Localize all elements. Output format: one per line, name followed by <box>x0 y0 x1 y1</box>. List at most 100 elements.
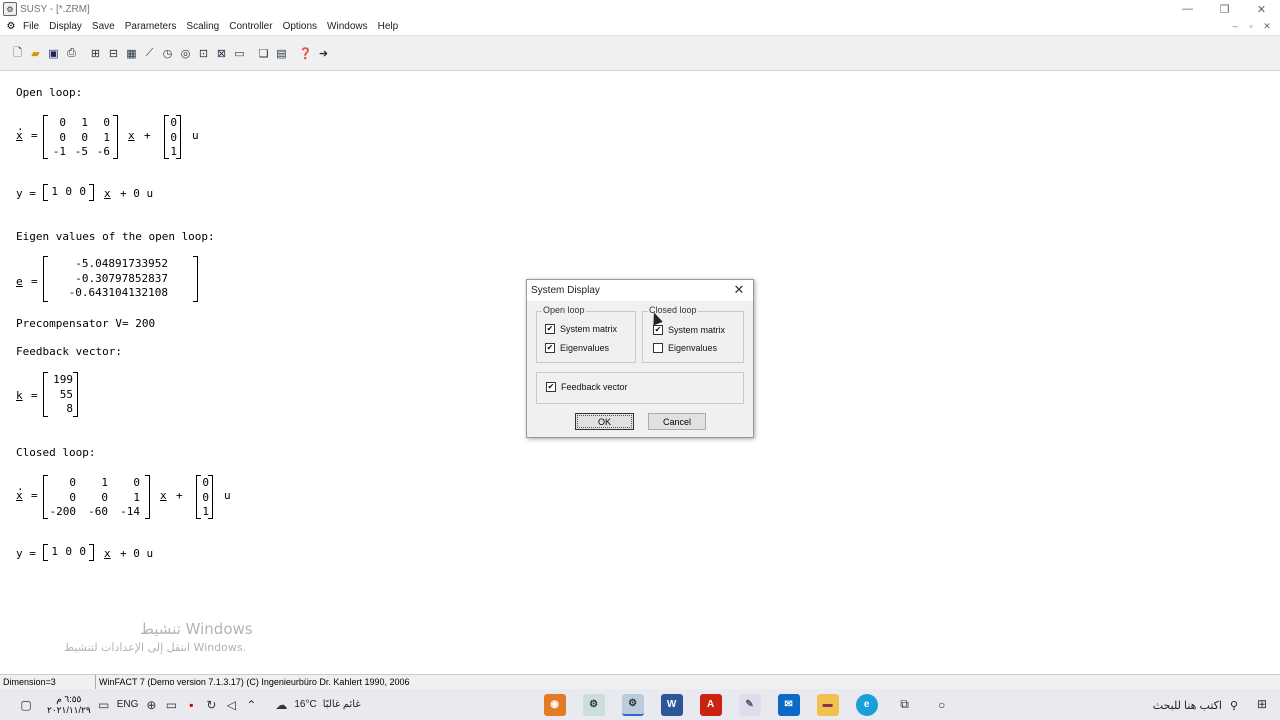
taskbar-app-settings-icon[interactable]: ⚙ <box>582 693 605 716</box>
language-indicator[interactable]: ENG <box>114 699 142 710</box>
feedback-vector-label: Feedback vector <box>561 382 628 392</box>
battery-icon[interactable]: ▭ <box>161 695 181 715</box>
weather-desc[interactable]: غائم غالبًا <box>320 699 364 710</box>
open-loop-a-matrix: 0 1 0 0 0 1 -1 -5 -6 <box>43 115 118 159</box>
menu-display[interactable]: Display <box>44 21 87 32</box>
menu-options[interactable]: Options <box>278 21 322 32</box>
matrix-cell: -5 <box>74 145 88 158</box>
matrix-cell: 0 <box>65 185 72 198</box>
cancel-button[interactable]: Cancel <box>648 413 706 430</box>
cortana-icon[interactable]: ○ <box>932 695 952 715</box>
app-icon[interactable]: ⚙ <box>3 2 17 16</box>
dialog-title: System Display <box>531 285 600 296</box>
notification-icon[interactable]: ▭ <box>94 695 114 715</box>
activation-watermark-title: تنشيط Windows <box>140 620 253 638</box>
mdi-restore-button[interactable]: ▫ <box>1244 20 1258 32</box>
restore-button[interactable]: ❐ <box>1206 0 1243 18</box>
open-system-matrix-checkbox[interactable]: ✔ System matrix <box>545 324 617 334</box>
ok-button[interactable]: OK <box>575 413 634 430</box>
start-icon[interactable]: ⊞ <box>1252 694 1272 714</box>
print-icon[interactable]: ⎙ <box>63 45 80 62</box>
taskbar-app-pen-icon[interactable]: ✎ <box>738 693 761 716</box>
dialog-close-icon[interactable]: ✕ <box>731 282 747 298</box>
chevron-up-icon[interactable]: ⌃ <box>241 695 261 715</box>
closed-system-matrix-check[interactable]: ✔ <box>653 325 663 335</box>
eigen-vector-label: e <box>16 275 23 288</box>
exit-icon[interactable]: ➜ <box>315 45 332 62</box>
open-eigenvalues-check[interactable]: ✔ <box>545 343 555 353</box>
help-icon[interactable]: ❓ <box>297 45 314 62</box>
taskbar-clock[interactable]: ٦:٥٥ م ٢٠٢١/١١/٢٩ <box>44 694 94 716</box>
menu-windows[interactable]: Windows <box>322 21 373 32</box>
closed-eigenvalues-checkbox[interactable]: Eigenvalues <box>653 343 717 353</box>
menu-file[interactable]: File <box>18 21 44 32</box>
close-button[interactable]: ✕ <box>1243 0 1280 18</box>
matrix-row: 0 <box>165 116 180 131</box>
show-desktop-icon[interactable]: ▢ <box>16 695 36 715</box>
clock-date: ٢٠٢١/١١/٢٩ <box>47 704 91 715</box>
transfer-icon[interactable]: ⊟ <box>105 45 122 62</box>
matrix-row: 0 <box>165 131 180 146</box>
save-icon[interactable]: ▣ <box>45 45 62 62</box>
matrix-cell: -200 <box>49 505 77 518</box>
tile-icon[interactable]: ▤ <box>273 45 290 62</box>
network-icon[interactable]: ⊕ <box>141 695 161 715</box>
controller-icon[interactable]: ⊠ <box>213 45 230 62</box>
menu-save[interactable]: Save <box>87 21 120 32</box>
taskbar-app-mail-icon[interactable]: ✉ <box>777 693 800 716</box>
matrix-icon[interactable]: ⊞ <box>87 45 104 62</box>
closed-system-matrix-checkbox[interactable]: ✔ System matrix <box>653 325 725 335</box>
taskbar-app-edge-icon[interactable]: e <box>855 693 878 716</box>
taskbar-app-paint-icon[interactable]: ◉ <box>543 693 566 716</box>
taskbar-search[interactable]: اكتب هنا للبحث ⚲ <box>982 694 1242 716</box>
taskbar-app-winfact-icon[interactable]: ⚙ <box>621 693 644 716</box>
taskbar-app-explorer-icon[interactable]: ▬ <box>816 693 839 716</box>
matrix-row: 0 0 1 <box>44 491 149 506</box>
weather-temp[interactable]: 16°C <box>291 699 319 710</box>
bode-icon[interactable]: ◷ <box>159 45 176 62</box>
feedback-vector-checkbox[interactable]: ✔ Feedback vector <box>546 382 628 392</box>
menu-parameters[interactable]: Parameters <box>120 21 182 32</box>
step-response-icon[interactable]: ⟋ <box>141 45 158 62</box>
volume-icon[interactable]: ◁ <box>221 695 241 715</box>
task-view-icon[interactable]: ⧉ <box>895 695 915 715</box>
menu-help[interactable]: Help <box>373 21 404 32</box>
open-loop-group-label: Open loop <box>542 305 586 315</box>
matrix-cell: -60 <box>88 505 108 518</box>
pdf-tray-icon[interactable]: ▪ <box>181 695 201 715</box>
matrix-row: 199 <box>44 373 77 388</box>
closed-eigenvalues-check[interactable] <box>653 343 663 353</box>
pole-zero-icon[interactable]: ⊡ <box>195 45 212 62</box>
matrix-cell: 1 <box>51 545 58 558</box>
observer-icon[interactable]: ▭ <box>231 45 248 62</box>
matrix-cell: 0 <box>81 130 88 144</box>
feedback-vector-check[interactable]: ✔ <box>546 382 556 392</box>
new-file-icon[interactable]: 🗋 <box>9 45 26 62</box>
matrix-row: -1 -5 -6 <box>44 145 117 160</box>
matrix-cell: 0 <box>79 185 86 198</box>
matrix-cell: 0 <box>202 476 209 489</box>
weather-icon[interactable]: ☁ <box>271 695 291 715</box>
taskbar-app-acrobat-icon[interactable]: A <box>699 693 722 716</box>
sync-icon[interactable]: ↻ <box>201 695 221 715</box>
closed-loop-heading: Closed loop: <box>16 446 96 459</box>
menu-scaling[interactable]: Scaling <box>181 21 224 32</box>
open-system-matrix-check[interactable]: ✔ <box>545 324 555 334</box>
menu-controller[interactable]: Controller <box>224 21 277 32</box>
feedthrough-term: + 0 u <box>120 187 154 200</box>
matrix-row: 1 <box>197 505 212 520</box>
document-icon[interactable]: ⚙ <box>4 20 18 34</box>
matrix-row: -0.30797852837 <box>44 272 197 287</box>
minimize-button[interactable]: — <box>1169 0 1206 18</box>
feedback-group: ✔ Feedback vector <box>536 372 744 404</box>
taskbar-app-word-icon[interactable]: W <box>660 693 683 716</box>
closed-state-vector-label: x <box>160 489 167 502</box>
mdi-close-button[interactable]: ✕ <box>1260 20 1274 32</box>
nyquist-icon[interactable]: ◎ <box>177 45 194 62</box>
open-eigenvalues-checkbox[interactable]: ✔ Eigenvalues <box>545 343 609 353</box>
mdi-minimize-button[interactable]: – <box>1228 20 1242 32</box>
grid-icon[interactable]: ▦ <box>123 45 140 62</box>
cascade-icon[interactable]: ❏ <box>255 45 272 62</box>
status-bar: Dimension=3 WinFACT 7 (Demo version 7.1.… <box>0 674 1280 689</box>
open-folder-icon[interactable]: ▰ <box>27 45 44 62</box>
